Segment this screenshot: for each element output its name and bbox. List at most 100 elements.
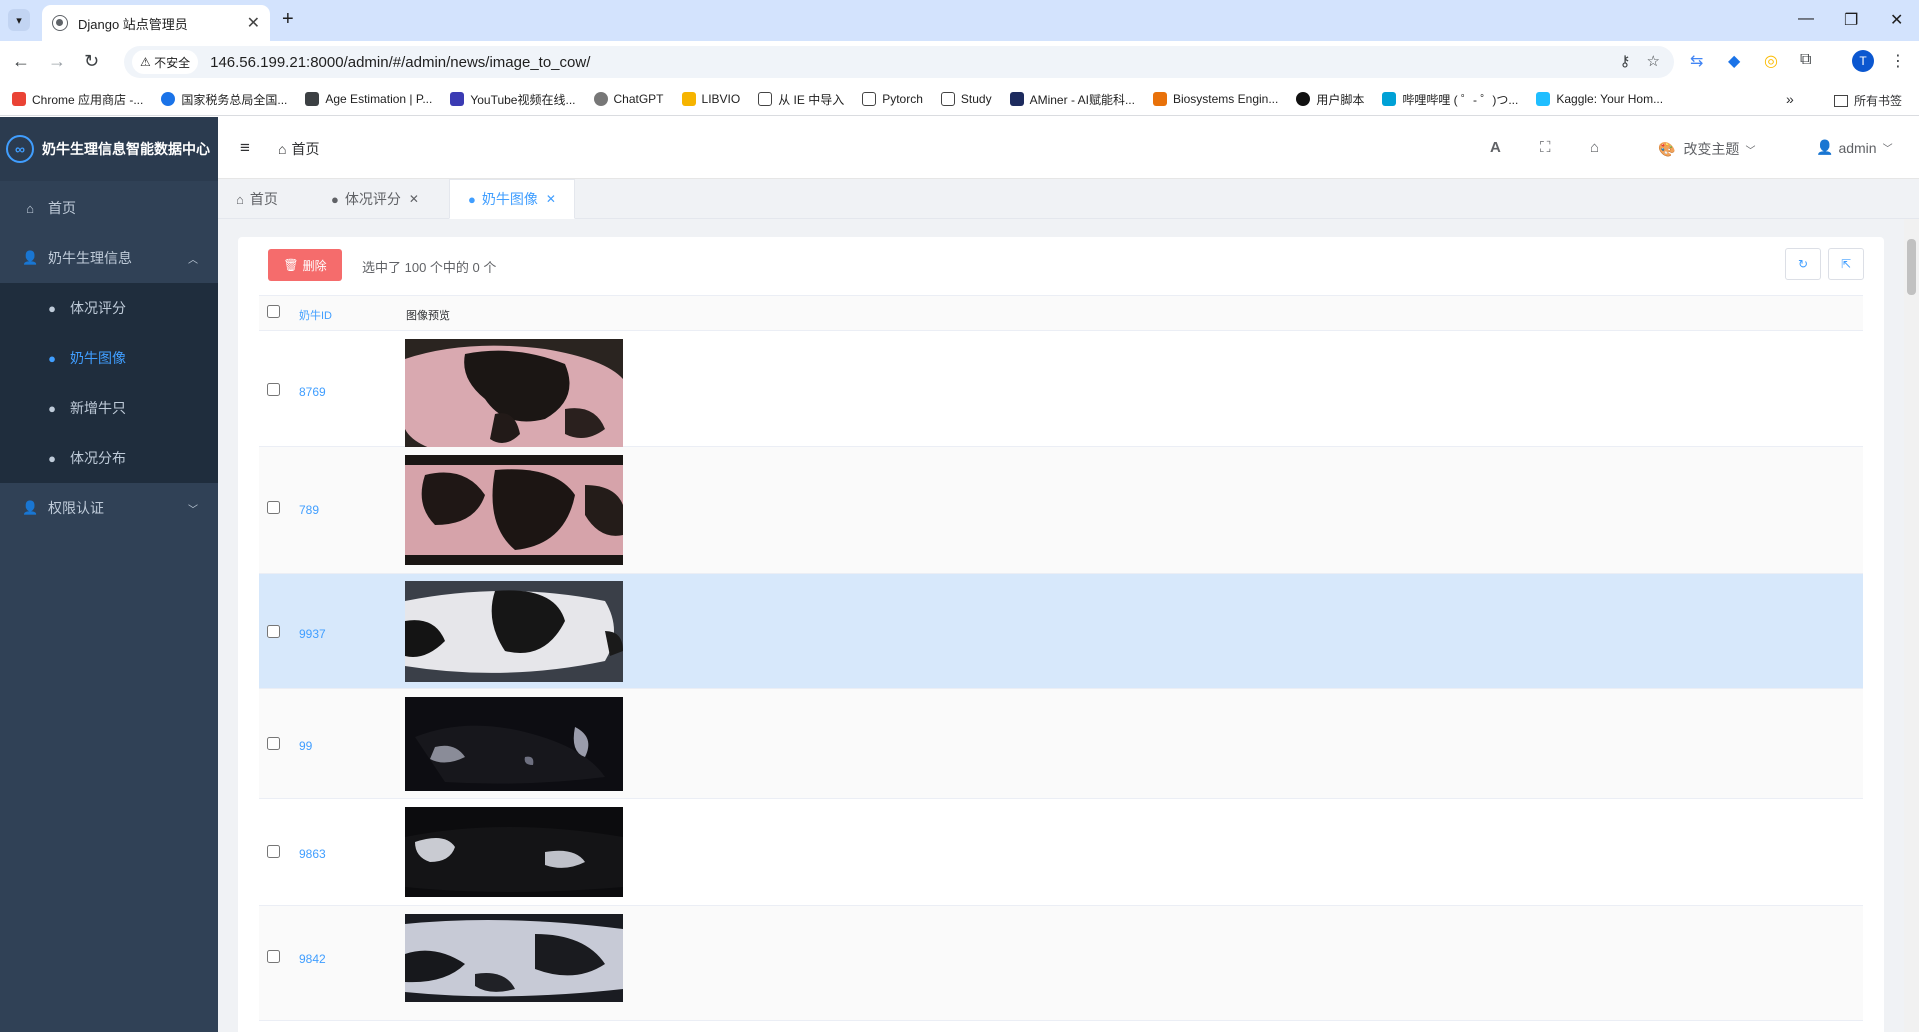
bookmark-item[interactable]: Biosystems Engin... <box>1152 92 1278 106</box>
close-tab-icon[interactable]: ✕ <box>247 13 260 33</box>
user-icon: ● <box>48 450 56 466</box>
key-icon[interactable]: ⚷ <box>1620 52 1631 70</box>
home-icon[interactable]: ⌂ <box>1590 139 1599 156</box>
translate-icon[interactable]: ⇆ <box>1690 51 1703 71</box>
table-row[interactable]: 9863 <box>259 799 1863 906</box>
export-button[interactable]: ⇱ <box>1828 248 1864 280</box>
column-header-preview: 图像预览 <box>406 310 450 322</box>
fullscreen-icon[interactable]: ⛶ <box>1540 139 1551 156</box>
top-navbar: ≡ ⌂ 首页 A ⛶ ⌂ 🎨 改变主题 ﹀ 👤 admin ﹀ <box>218 117 1919 179</box>
browser-tab[interactable]: Django 站点管理员 ✕ <box>42 5 270 41</box>
user-icon: 👤 <box>1816 139 1834 155</box>
tab-cow-image[interactable]: ● 奶牛图像 ✕ <box>449 179 575 219</box>
cow-image-graphic <box>405 914 623 1002</box>
reload-icon[interactable]: ↻ <box>84 51 99 72</box>
list-card: 🗑删除 选中了 100 个中的 0 个 ↻ ⇱ 奶牛ID 图像预览 8769 <box>238 237 1884 1032</box>
bookmark-item[interactable]: YouTube视频在线... <box>450 91 576 108</box>
url-text[interactable]: 146.56.199.21:8000/admin/#/admin/news/im… <box>210 54 590 71</box>
sidebar-item-body-score[interactable]: ● 体况评分 <box>0 283 218 333</box>
row-checkbox[interactable] <box>267 845 280 858</box>
bookmark-folder[interactable]: Study <box>940 92 992 106</box>
row-id-link[interactable]: 9863 <box>299 847 326 861</box>
row-checkbox[interactable] <box>267 625 280 638</box>
cow-image <box>405 697 623 791</box>
user-icon: ● <box>48 350 56 366</box>
new-tab-button[interactable]: + <box>282 8 294 31</box>
page-scrollbar[interactable] <box>1904 219 1919 1032</box>
row-id-link[interactable]: 99 <box>299 739 312 753</box>
select-all-checkbox[interactable] <box>267 305 280 318</box>
font-size-icon[interactable]: A <box>1490 139 1501 156</box>
tab-home[interactable]: ⌂ 首页 <box>218 179 296 219</box>
theme-dropdown[interactable]: 🎨 改变主题 ﹀ <box>1658 139 1755 159</box>
all-bookmarks-folder[interactable]: 所有书签 <box>1834 92 1902 109</box>
globe-icon <box>52 15 68 31</box>
bookmark-item[interactable]: ChatGPT <box>593 92 664 106</box>
table-header: 奶牛ID 图像预览 <box>259 295 1863 331</box>
row-checkbox[interactable] <box>267 737 280 750</box>
address-bar[interactable]: ⚠ 不安全 146.56.199.21:8000/admin/#/admin/n… <box>124 46 1674 78</box>
sidebar: ∞ 奶牛生理信息智能数据中心 ⌂ 首页 👤 奶牛生理信息 ︿ ● 体况评分 ● … <box>0 117 218 1032</box>
bookmark-item[interactable]: 哔哩哔哩 ( ゜- ゜)つ... <box>1382 91 1518 108</box>
sidebar-group-cow-info[interactable]: 👤 奶牛生理信息 ︿ <box>0 233 218 283</box>
bookmark-item[interactable]: 国家税务总局全国... <box>161 91 287 108</box>
bookmark-item[interactable]: LIBVIO <box>681 92 740 106</box>
table-row[interactable]: 9842 <box>259 906 1863 1021</box>
row-id-link[interactable]: 9937 <box>299 627 326 641</box>
close-window-icon[interactable]: ✕ <box>1890 10 1903 30</box>
close-icon[interactable]: ✕ <box>409 192 419 206</box>
bookmark-item[interactable]: AMiner - AI赋能科... <box>1009 91 1135 108</box>
bookmark-item[interactable]: 用户脚本 <box>1296 91 1364 108</box>
browser-toolbar: ← → ↻ ⚠ 不安全 146.56.199.21:8000/admin/#/a… <box>0 41 1919 83</box>
bookmark-folder[interactable]: 从 IE 中导入 <box>758 91 844 108</box>
row-checkbox[interactable] <box>267 501 280 514</box>
row-id-link[interactable]: 789 <box>299 503 319 517</box>
user-dropdown[interactable]: 👤 admin ﹀ <box>1816 139 1893 156</box>
profile-avatar[interactable]: T <box>1852 50 1874 72</box>
restore-icon[interactable]: ❐ <box>1844 10 1858 30</box>
forward-icon[interactable]: → <box>48 51 66 72</box>
scrollbar-thumb[interactable] <box>1907 239 1916 295</box>
cow-image-graphic <box>405 455 623 565</box>
bookmarks-bar: Chrome 应用商店 -... 国家税务总局全国... Age Estimat… <box>0 83 1919 116</box>
row-id-link[interactable]: 8769 <box>299 385 326 399</box>
row-id-link[interactable]: 9842 <box>299 952 326 966</box>
sidebar-item-distribution[interactable]: ● 体况分布 <box>0 433 218 483</box>
hamburger-icon[interactable]: ≡ <box>240 138 250 158</box>
menu-kebab-icon[interactable]: ⋮ <box>1890 51 1906 71</box>
bookmark-item[interactable]: Chrome 应用商店 -... <box>12 91 143 108</box>
home-icon: ⌂ <box>236 191 244 207</box>
cow-image <box>405 581 623 682</box>
bookmark-item[interactable]: Age Estimation | P... <box>305 92 432 106</box>
user-icon: ● <box>331 191 339 207</box>
back-icon[interactable]: ← <box>12 51 30 72</box>
bookmark-item[interactable]: Kaggle: Your Hom... <box>1536 92 1663 106</box>
refresh-button[interactable]: ↻ <box>1785 248 1821 280</box>
delete-button[interactable]: 🗑 删除 <box>268 249 342 281</box>
column-header-id[interactable]: 奶牛ID <box>299 307 332 323</box>
row-checkbox[interactable] <box>267 950 280 963</box>
extension-chrome-icon[interactable]: ◎ <box>1764 51 1778 71</box>
sidebar-item-cow-image[interactable]: ● 奶牛图像 <box>0 333 218 383</box>
browser-tab-title: Django 站点管理员 <box>78 16 188 32</box>
table-row[interactable]: 8769 <box>259 332 1863 464</box>
sidebar-item-home[interactable]: ⌂ 首页 <box>0 183 218 233</box>
table-row[interactable]: 99 <box>259 689 1863 799</box>
bookmark-star-icon[interactable]: ☆ <box>1647 52 1660 70</box>
table-row[interactable]: 789 <box>259 447 1863 574</box>
security-chip[interactable]: ⚠ 不安全 <box>132 50 199 74</box>
bookmark-folder[interactable]: Pytorch <box>862 92 923 106</box>
minimize-icon[interactable]: — <box>1798 10 1814 28</box>
row-checkbox[interactable] <box>267 383 280 396</box>
sidebar-group-auth[interactable]: 👤 权限认证 ﹀ <box>0 483 218 533</box>
table-row[interactable]: 9937 <box>259 574 1863 689</box>
extensions-puzzle-icon[interactable]: ⧉ <box>1800 51 1811 69</box>
extension-cap-icon[interactable]: ◆ <box>1728 51 1740 71</box>
user-icon: ● <box>48 400 56 416</box>
close-icon[interactable]: ✕ <box>546 192 556 206</box>
sidebar-item-add-cow[interactable]: ● 新增牛只 <box>0 383 218 433</box>
more-bookmarks-icon[interactable]: » <box>1786 91 1794 107</box>
tab-search-button[interactable]: ▾ <box>8 9 30 31</box>
tab-body-score[interactable]: ● 体况评分 ✕ <box>313 179 437 219</box>
breadcrumb[interactable]: ⌂ 首页 <box>278 139 319 159</box>
